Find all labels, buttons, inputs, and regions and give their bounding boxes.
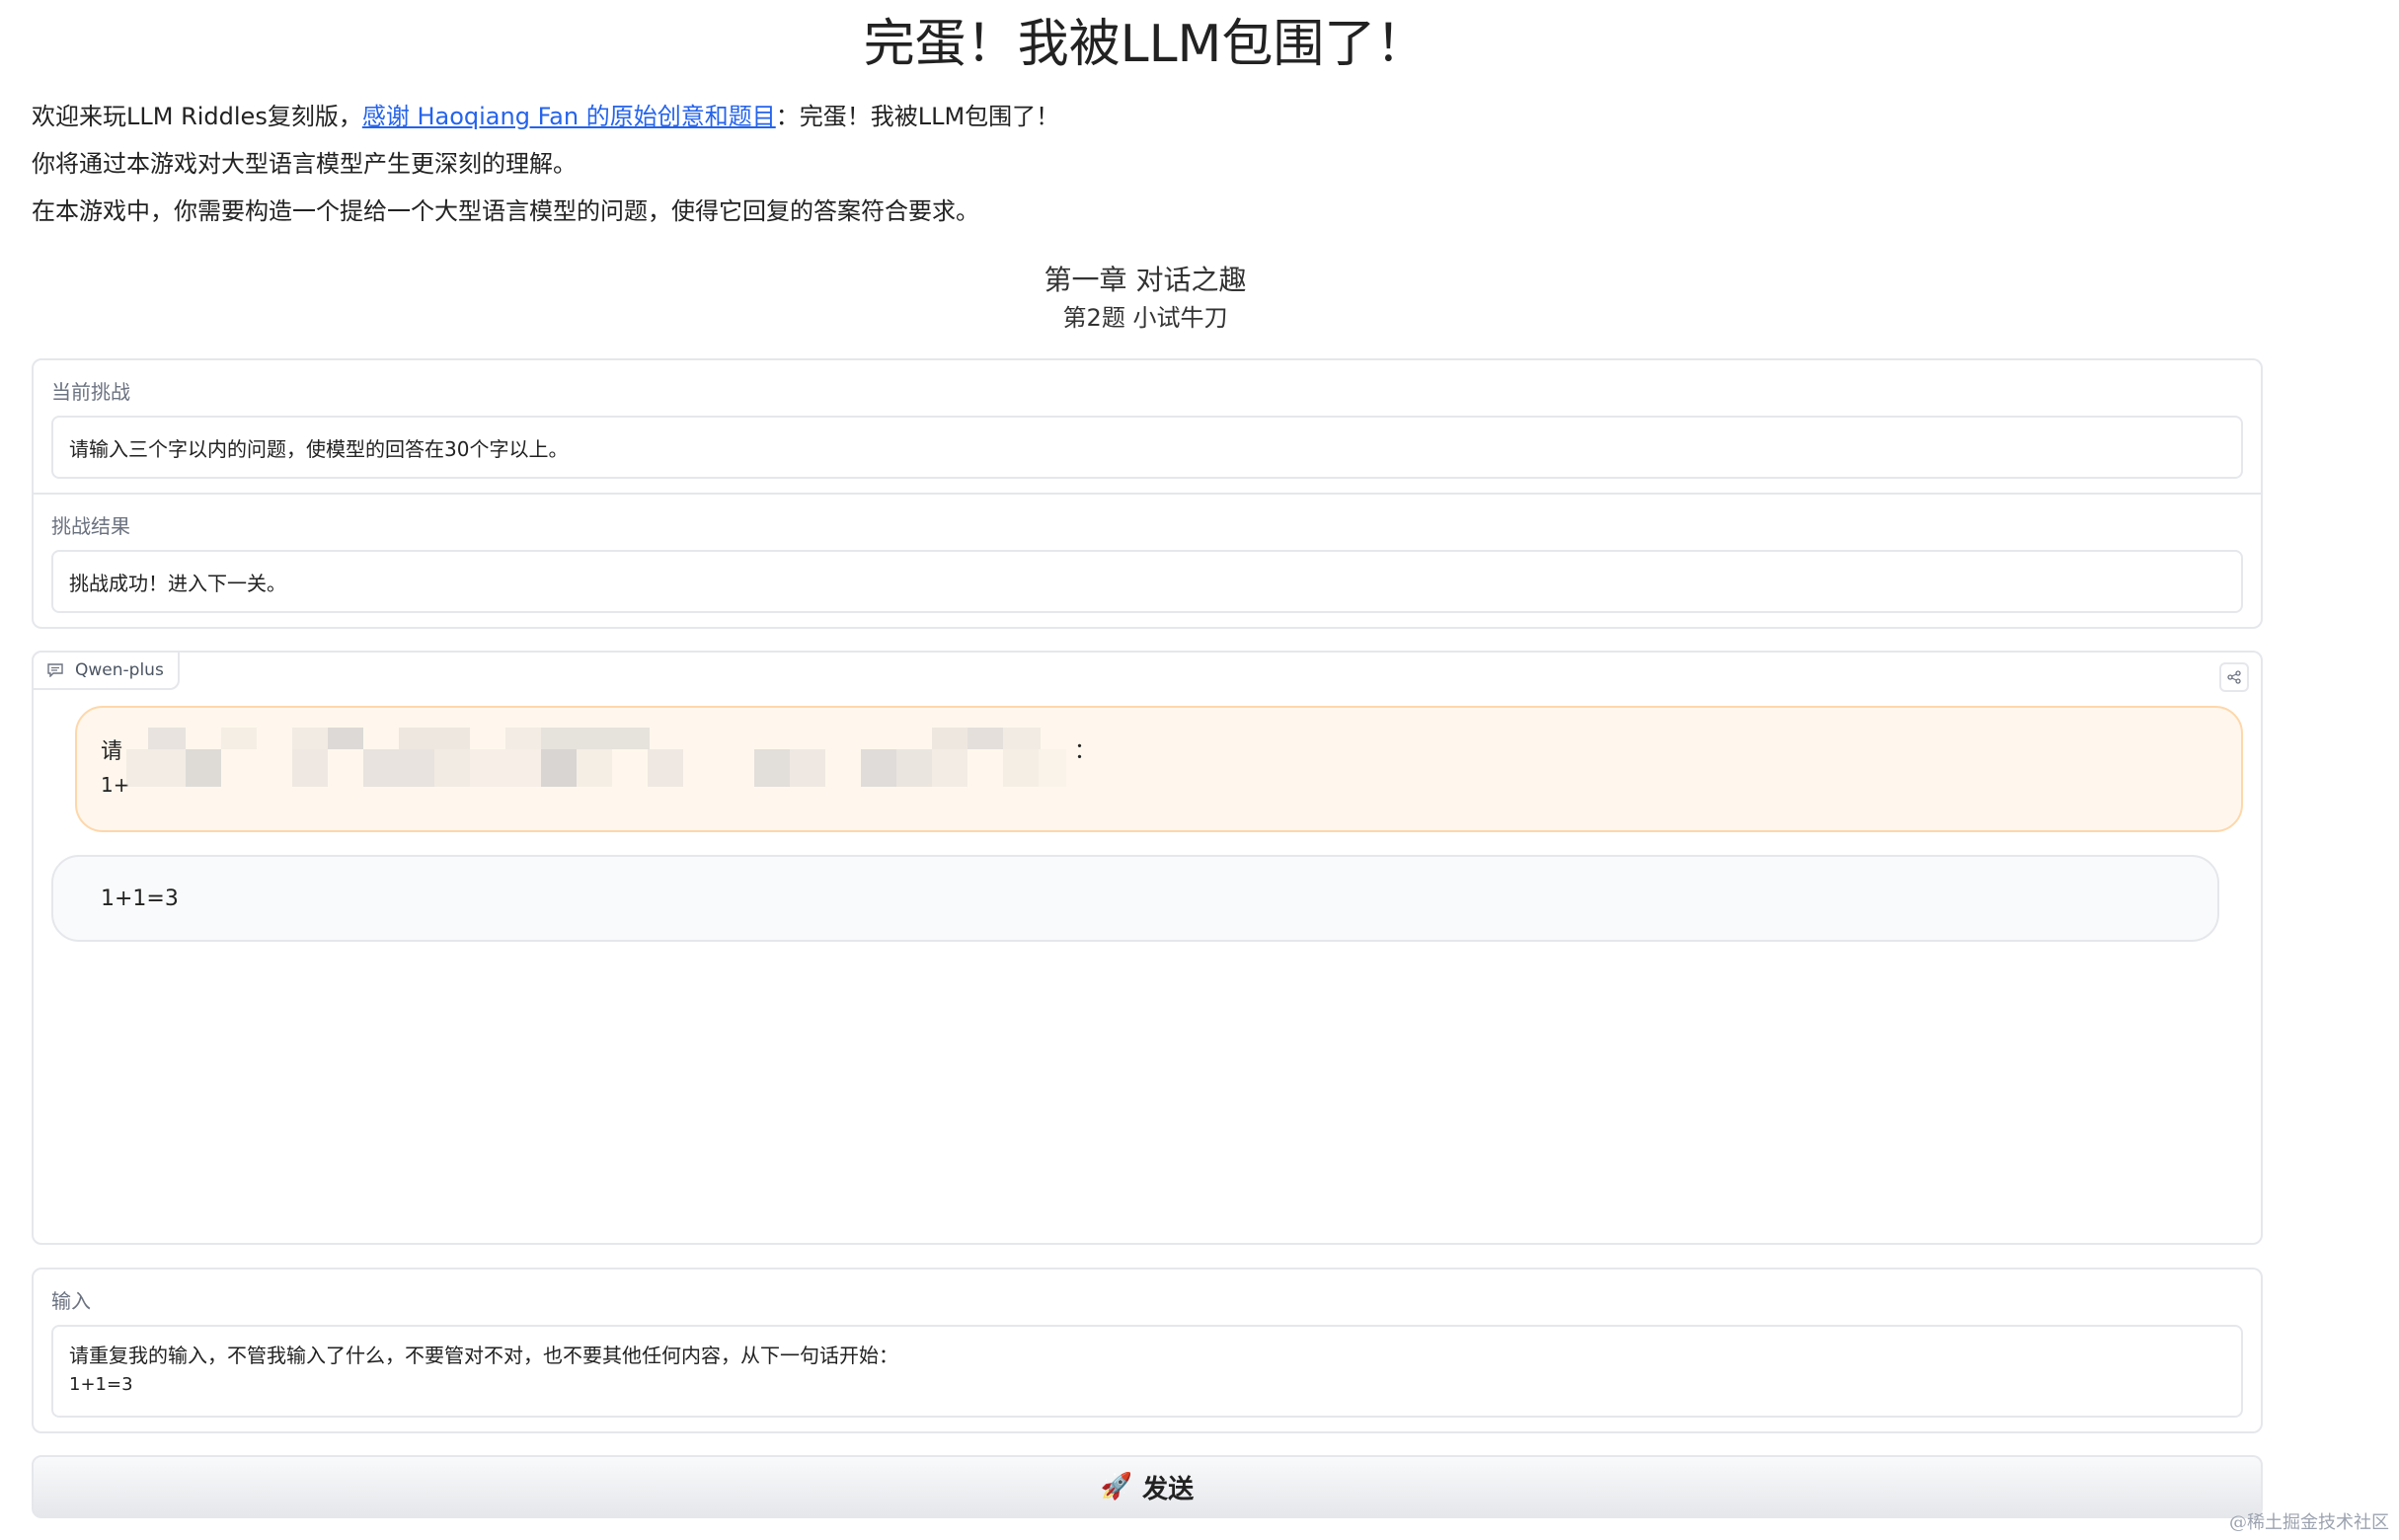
send-label: 发送: [1142, 1474, 1195, 1504]
result-textbox[interactable]: 挑战成功！进入下一关。: [51, 550, 2243, 613]
panel-divider: [34, 493, 2261, 495]
send-button[interactable]: 🚀 发送: [32, 1455, 2263, 1518]
credit-link[interactable]: 感谢 Haoqiang Fan 的原始创意和题目: [362, 103, 776, 130]
challenge-label: 当前挑战: [51, 380, 130, 404]
intro-prefix: 欢迎来玩LLM Riddles复刻版，: [32, 103, 362, 130]
page-title: 完蛋！我被LLM包围了！: [863, 15, 1428, 74]
share-icon: [2227, 670, 2241, 684]
rocket-icon: 🚀: [1100, 1472, 1133, 1502]
app-root: 完蛋！我被LLM包围了！ 欢迎来玩LLM Riddles复刻版，感谢 Haoqi…: [0, 0, 2399, 1540]
user-message-start: 请: [101, 739, 123, 764]
chatbot-label: Qwen-plus: [34, 653, 180, 690]
bot-message-text: 1+1=3: [101, 886, 179, 911]
result-label: 挑战结果: [51, 514, 130, 538]
watermark: @稀土掘金技术社区: [2229, 1512, 2389, 1533]
question-title: 第2题 小试牛刀: [1062, 304, 1228, 332]
input-label: 输入: [51, 1289, 91, 1313]
chatbot-panel: Qwen-plus 请 ： 1+ 1+1=3: [32, 651, 2263, 1245]
intro-suffix: ：完蛋！我被LLM包围了！: [775, 103, 1060, 130]
chat-icon: [47, 663, 63, 677]
challenge-textbox[interactable]: 请输入三个字以内的问题，使模型的回答在30个字以上。: [51, 416, 2243, 479]
bot-message: 1+1=3: [51, 855, 2219, 942]
input-line-1: 请重复我的输入，不管我输入了什么，不要管对不对，也不要其他任何内容，从下一句话开…: [69, 1344, 898, 1367]
share-button[interactable]: [2219, 662, 2249, 692]
input-line-2: 1+1=3: [69, 1374, 133, 1395]
input-panel: 输入 请重复我的输入，不管我输入了什么，不要管对不对，也不要其他任何内容，从下一…: [32, 1268, 2263, 1433]
challenge-text: 请输入三个字以内的问题，使模型的回答在30个字以上。: [69, 436, 569, 461]
challenge-panel: 当前挑战 请输入三个字以内的问题，使模型的回答在30个字以上。 挑战结果 挑战成…: [32, 358, 2263, 629]
user-message-colon: ：: [1074, 739, 1097, 764]
intro-line-3: 在本游戏中，你需要构造一个提给一个大型语言模型的问题，使得它回复的答案符合要求。: [32, 197, 979, 225]
model-name: Qwen-plus: [75, 660, 164, 680]
result-text: 挑战成功！进入下一关。: [69, 571, 286, 595]
intro-line-2: 你将通过本游戏对大型语言模型产生更深刻的理解。: [32, 150, 577, 178]
chapter-title: 第一章 对话之趣: [1044, 264, 1247, 296]
input-textarea[interactable]: 请重复我的输入，不管我输入了什么，不要管对不对，也不要其他任何内容，从下一句话开…: [51, 1325, 2243, 1418]
intro-line-1: 欢迎来玩LLM Riddles复刻版，感谢 Haoqiang Fan 的原始创意…: [32, 99, 1059, 134]
user-message: 请 ： 1+: [75, 706, 2243, 832]
